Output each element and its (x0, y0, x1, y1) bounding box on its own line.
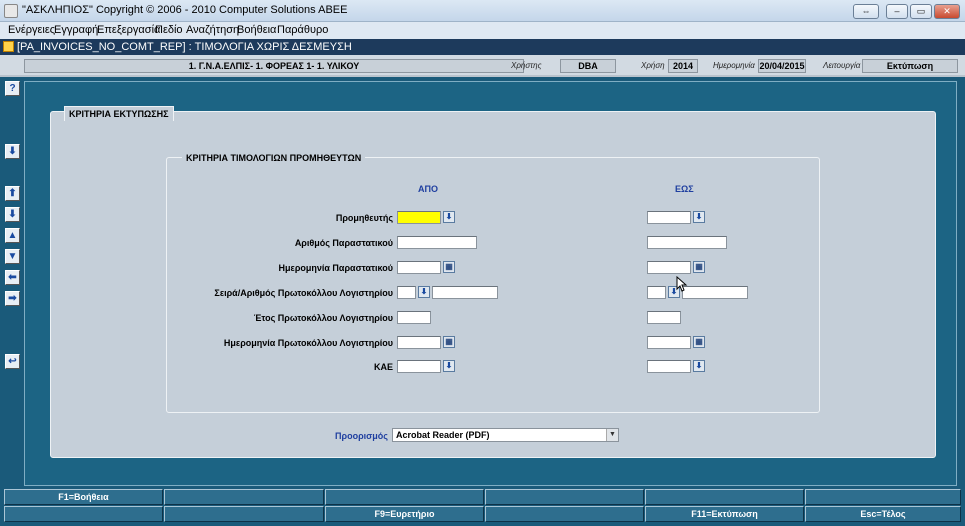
f1-help-key[interactable]: F1=Βοήθεια (4, 489, 163, 505)
doc-number-label: Αριθμός Παραστατικού (294, 238, 393, 248)
protocol-number-from-input[interactable] (432, 286, 498, 299)
title-bar: "ΑΣΚΛΗΠΙΟΣ" Copyright © 2006 - 2010 Comp… (0, 0, 965, 22)
function-key-empty[interactable] (485, 506, 644, 522)
destination-select[interactable]: Acrobat Reader (PDF) ▼ (392, 428, 619, 442)
kae-to-lov-icon[interactable]: ⬇ (693, 360, 705, 372)
series-label: Σειρά/Αριθμός Πρωτοκόλλου Λογιστηρίου (214, 288, 393, 298)
function-key-empty[interactable] (485, 489, 644, 505)
calendar-icon[interactable]: ▦ (693, 261, 705, 273)
supplier-from-lov-icon[interactable]: ⬇ (443, 211, 455, 223)
maximize-button[interactable]: ▭ (910, 4, 932, 19)
context-header: 1. Γ.Ν.Α.ΕΛΠΙΣ- 1. ΦΟΡΕΑΣ 1- 1. ΥΛΙΚΟΥ Χ… (0, 55, 965, 77)
first-record-icon[interactable]: ⬆ (5, 186, 20, 201)
doc-number-from-input[interactable] (397, 236, 477, 249)
window-title: "ΑΣΚΛΗΠΙΟΣ" Copyright © 2006 - 2010 Comp… (22, 4, 348, 16)
next-record-icon[interactable]: ▼ (5, 249, 20, 264)
protocol-date-from-input[interactable] (397, 336, 441, 349)
user-label: Χρήστης (511, 61, 542, 70)
menu-field[interactable]: Πεδίο (155, 24, 183, 36)
form-icon (3, 41, 14, 52)
mouse-cursor-icon (676, 276, 688, 292)
year-value: 2014 (668, 59, 698, 73)
function-key-empty[interactable] (325, 489, 484, 505)
form-title: [PA_INVOICES_NO_COMT_REP] : ΤΙΜΟΛΟΓΙΑ ΧΩ… (17, 41, 352, 53)
supplier-to-input[interactable] (647, 211, 691, 224)
restore-icon[interactable]: ⇔ (853, 4, 879, 19)
protocol-number-to-input[interactable] (682, 286, 748, 299)
close-button[interactable]: ✕ (934, 4, 960, 19)
protocol-date-to-input[interactable] (647, 336, 691, 349)
form-title-bar: [PA_INVOICES_NO_COMT_REP] : ΤΙΜΟΛΟΓΙΑ ΧΩ… (0, 39, 965, 55)
function-key-bar: F1=Βοήθεια F9=Ευρετήριο F11=Εκτύπωση Esc… (0, 488, 965, 526)
previous-record-icon[interactable]: ▲ (5, 228, 20, 243)
menu-bar: Ενέργειες Εγγραφή Επεξεργασία Πεδίο Αναζ… (0, 22, 965, 39)
kae-from-lov-icon[interactable]: ⬇ (443, 360, 455, 372)
year-label: Χρήση (641, 61, 665, 70)
function-key-empty[interactable] (164, 489, 324, 505)
doc-date-to-input[interactable] (647, 261, 691, 274)
arrow-left-icon[interactable]: ⬅ (5, 270, 20, 285)
series-to-input[interactable] (647, 286, 666, 299)
chevron-down-icon[interactable]: ▼ (606, 429, 618, 441)
date-value: 20/04/2015 (758, 59, 806, 73)
supplier-label: Προμηθευτής (335, 213, 393, 223)
destination-label: Προορισμός (335, 431, 388, 441)
to-column-label: ΕΩΣ (675, 184, 694, 194)
protocol-year-label: Έτος Πρωτοκόλλου Λογιστηρίου (253, 313, 393, 323)
function-key-empty[interactable] (805, 489, 961, 505)
menu-search[interactable]: Αναζήτηση (186, 24, 239, 36)
kae-from-input[interactable] (397, 360, 441, 373)
mode-value: Εκτύπωση (862, 59, 958, 73)
organization-value: 1. Γ.Ν.Α.ΕΛΠΙΣ- 1. ΦΟΡΕΑΣ 1- 1. ΥΛΙΚΟΥ (24, 59, 524, 73)
menu-help[interactable]: Βοήθεια (237, 24, 276, 36)
function-key-empty[interactable] (164, 506, 324, 522)
menu-actions[interactable]: Ενέργειες (8, 24, 55, 36)
user-value: DBA (560, 59, 616, 73)
help-icon[interactable]: ? (5, 81, 20, 96)
protocol-date-label: Ημερομηνία Πρωτοκόλλου Λογιστηρίου (223, 338, 393, 348)
protocol-year-to-input[interactable] (647, 311, 681, 324)
doc-number-to-input[interactable] (647, 236, 727, 249)
invoice-criteria-group (166, 157, 820, 413)
kae-to-input[interactable] (647, 360, 691, 373)
last-record-icon[interactable]: ⬇ (5, 207, 20, 222)
destination-value: Acrobat Reader (PDF) (396, 430, 490, 440)
supplier-from-input[interactable] (397, 211, 441, 224)
invoice-criteria-title: ΚΡΙΤΗΡΙΑ ΤΙΜΟΛΟΓΙΩΝ ΠΡΟΜΗΘΕΥΤΩΝ (182, 153, 366, 163)
f9-index-key[interactable]: F9=Ευρετήριο (325, 506, 484, 522)
arrow-right-icon[interactable]: ➡ (5, 291, 20, 306)
series-from-input[interactable] (397, 286, 416, 299)
print-criteria-title: ΚΡΙΤΗΡΙΑ ΕΚΤΥΠΩΣΗΣ (64, 106, 174, 121)
mode-label: Λειτουργία (823, 61, 861, 70)
f11-print-key[interactable]: F11=Εκτύπωση (645, 506, 804, 522)
esc-exit-key[interactable]: Esc=Τέλος (805, 506, 961, 522)
doc-date-label: Ημερομηνία Παραστατικού (278, 263, 393, 273)
date-label: Ημερομηνία (713, 61, 755, 70)
from-column-label: ΑΠΟ (418, 184, 438, 194)
calendar-icon[interactable]: ▦ (443, 261, 455, 273)
kae-label: ΚΑΕ (373, 362, 393, 372)
exit-icon[interactable]: ↩ (5, 354, 20, 369)
menu-record[interactable]: Εγγραφή (54, 24, 98, 36)
menu-edit[interactable]: Επεξεργασία (97, 24, 160, 36)
calendar-icon[interactable]: ▦ (443, 336, 455, 348)
series-from-lov-icon[interactable]: ⬇ (418, 286, 430, 298)
doc-date-from-input[interactable] (397, 261, 441, 274)
app-icon (4, 4, 18, 18)
supplier-to-lov-icon[interactable]: ⬇ (693, 211, 705, 223)
function-key-empty[interactable] (645, 489, 804, 505)
side-toolbar: ? ⬇ ⬆ ⬇ ▲ ▼ ⬅ ➡ ↩ (0, 77, 24, 488)
download-icon[interactable]: ⬇ (5, 144, 20, 159)
protocol-year-from-input[interactable] (397, 311, 431, 324)
function-key-empty[interactable] (4, 506, 163, 522)
minimize-button[interactable]: ‒ (886, 4, 908, 19)
menu-window[interactable]: Παράθυρο (277, 24, 328, 36)
calendar-icon[interactable]: ▦ (693, 336, 705, 348)
